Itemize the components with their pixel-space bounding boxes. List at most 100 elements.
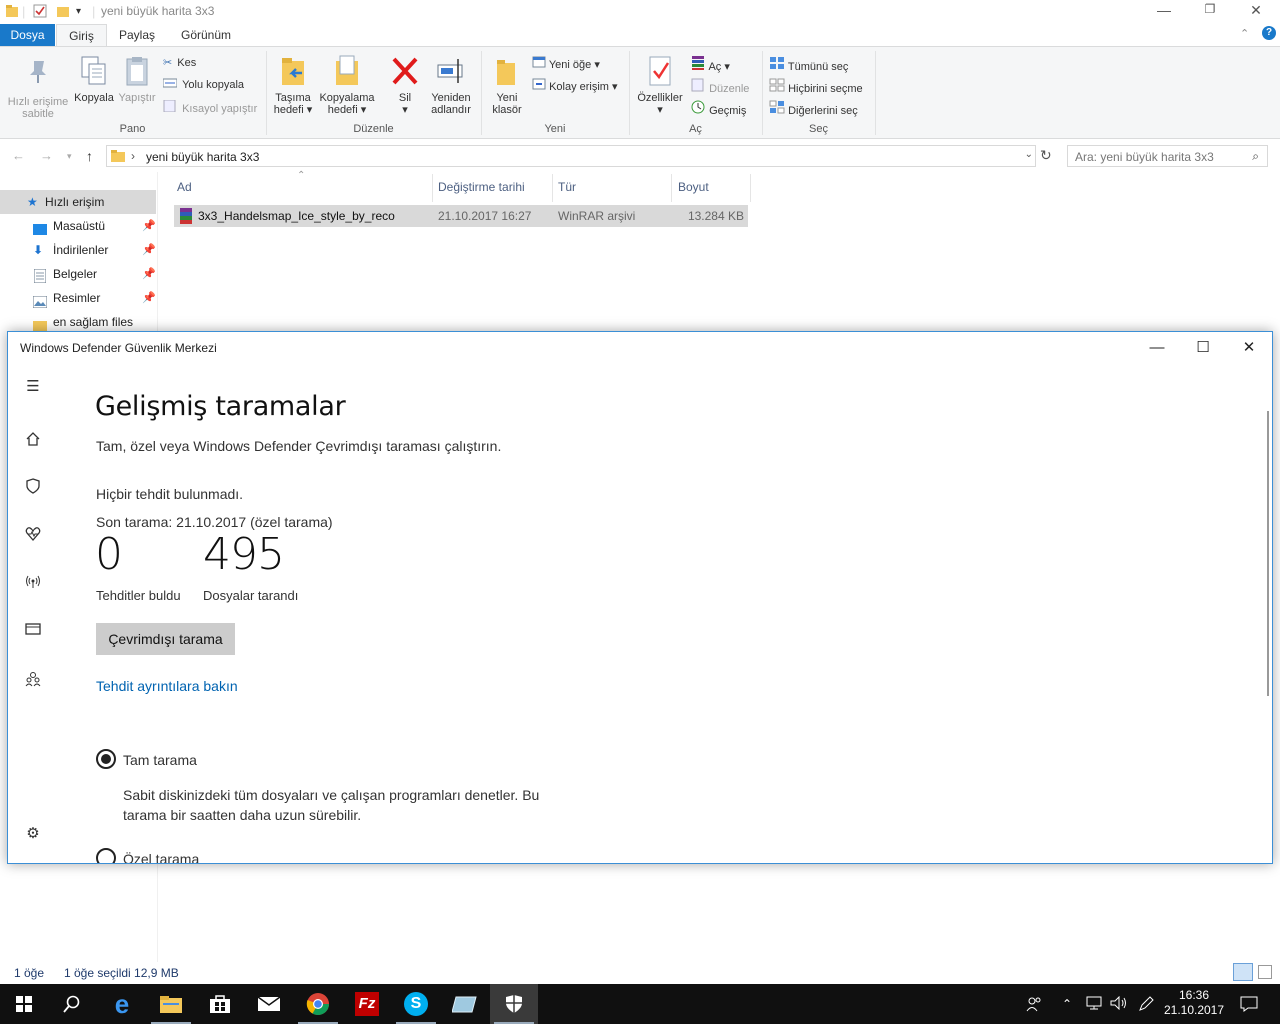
file-explorer-icon[interactable] (147, 984, 195, 1024)
select-all-button[interactable]: Tümünü seç (769, 56, 848, 73)
collapse-ribbon-icon[interactable]: ⌃ (1240, 27, 1249, 40)
breadcrumb-separator-icon[interactable]: › (131, 149, 135, 163)
minimize-icon[interactable]: — (1141, 2, 1187, 22)
scrollbar[interactable] (1267, 411, 1269, 696)
select-none-button[interactable]: Hiçbirini seçme (769, 78, 863, 95)
details-view-icon[interactable] (1233, 963, 1253, 981)
pin-quick-access-button[interactable]: Hızlı erişime sabitle (4, 57, 72, 120)
open-button[interactable]: Aç ▾ (690, 56, 730, 73)
volume-icon[interactable] (1110, 995, 1128, 1013)
chrome-icon[interactable] (294, 984, 342, 1024)
search-icon[interactable]: ⌕ (1252, 149, 1259, 164)
pin-icon[interactable]: 📌 (142, 262, 156, 286)
restore-icon[interactable]: ❐ (1187, 2, 1233, 22)
properties-button[interactable]: Özellikler ▾ (634, 55, 686, 116)
tab-home[interactable]: Giriş (56, 24, 107, 46)
new-folder-icon[interactable] (57, 4, 69, 21)
nav-item-downloads[interactable]: ⬇ İndirilenler 📌 (0, 238, 156, 262)
forward-arrow-icon[interactable]: → (40, 148, 53, 163)
store-icon[interactable] (196, 984, 244, 1024)
help-icon[interactable]: ? (1262, 26, 1276, 40)
custom-scan-label[interactable]: Özel tarama (123, 851, 199, 863)
defender-shield-icon[interactable] (490, 984, 538, 1024)
full-scan-label[interactable]: Tam tarama (123, 752, 197, 768)
clock[interactable]: 16:36 21.10.2017 (1160, 988, 1228, 1018)
offline-scan-button[interactable]: Çevrimdışı tarama (96, 623, 235, 655)
full-scan-radio[interactable] (96, 749, 116, 769)
address-dropdown-icon[interactable]: ⌄ (1025, 149, 1033, 160)
copy-to-button[interactable]: Kopyalama hedefi ▾ (316, 55, 378, 116)
pin-icon[interactable]: 📌 (142, 214, 156, 238)
mail-icon[interactable] (245, 984, 293, 1024)
new-folder-button[interactable]: Yeni klasör (486, 55, 528, 116)
tab-view[interactable]: Görünüm (170, 24, 242, 46)
shield-icon[interactable] (23, 478, 43, 498)
edit-button[interactable]: Düzenle (690, 78, 749, 95)
edge-browser-icon[interactable]: e (98, 984, 146, 1024)
address-path[interactable]: yeni büyük harita 3x3 (146, 150, 259, 164)
search-icon[interactable] (48, 984, 96, 1024)
nav-item-pictures[interactable]: Resimler 📌 (0, 286, 156, 310)
pin-icon[interactable]: 📌 (142, 238, 156, 262)
new-item-button[interactable]: Yeni öğe ▾ (532, 56, 600, 71)
recent-locations-icon[interactable]: ▾ (67, 151, 72, 162)
search-input[interactable]: Ara: yeni büyük harita 3x3 ⌕ (1067, 145, 1268, 167)
health-heart-icon[interactable] (23, 526, 43, 546)
pen-ink-icon[interactable] (1138, 996, 1154, 1015)
app-tile-icon[interactable] (441, 984, 489, 1024)
invert-selection-button[interactable]: Diğerlerini seç (769, 100, 858, 117)
rename-button[interactable]: Yeniden adlandır (426, 55, 476, 116)
history-button[interactable]: Geçmiş (690, 100, 746, 117)
table-row[interactable]: 3x3_Handelsmap_Ice_style_by_reco 21.10.2… (174, 205, 748, 227)
custom-scan-radio[interactable] (96, 848, 116, 863)
threat-details-link[interactable]: Tehdit ayrıntılara bakın (96, 678, 238, 694)
up-arrow-icon[interactable]: ↑ (86, 148, 93, 164)
column-header-type[interactable]: Tür (558, 178, 576, 200)
show-hidden-icons-icon[interactable]: ⌃ (1062, 997, 1072, 1011)
paste-button[interactable]: Yapıştır (116, 55, 158, 104)
skype-icon[interactable]: S (392, 984, 440, 1024)
large-icons-view-icon[interactable] (1258, 965, 1272, 979)
filezilla-icon[interactable]: Fz (343, 984, 391, 1024)
close-icon[interactable]: ✕ (1226, 336, 1272, 360)
cut-button[interactable]: ✂ Kes (163, 56, 196, 69)
close-icon[interactable]: ✕ (1233, 2, 1279, 22)
move-to-button[interactable]: Taşıma hedefi ▾ (270, 55, 316, 116)
start-windows-icon[interactable] (0, 984, 48, 1024)
nav-item-quick-access[interactable]: ★ Hızlı erişim (0, 190, 156, 214)
family-options-icon[interactable] (23, 671, 43, 691)
easy-access-button[interactable]: Kolay erişim ▾ (532, 78, 618, 93)
settings-gear-icon[interactable]: ⚙ (23, 824, 43, 844)
copy-button[interactable]: Kopyala (72, 55, 116, 104)
refresh-icon[interactable]: ↻ (1040, 147, 1052, 164)
app-browser-icon[interactable] (23, 621, 43, 641)
column-separator[interactable] (671, 174, 672, 202)
tab-share[interactable]: Paylaş (110, 24, 164, 46)
customize-toolbar-icon[interactable]: ▾ (76, 6, 81, 17)
delete-button[interactable]: Sil ▾ (386, 55, 424, 116)
column-header-name[interactable]: Ad (177, 178, 192, 200)
group-label-yeni: Yeni (544, 123, 566, 135)
people-icon[interactable] (1026, 996, 1042, 1015)
column-separator[interactable] (552, 174, 553, 202)
column-separator[interactable] (750, 174, 751, 202)
column-separator[interactable] (432, 174, 433, 202)
back-arrow-icon[interactable]: ← (12, 148, 25, 163)
paste-shortcut-button[interactable]: Kısayol yapıştır (163, 99, 257, 115)
hamburger-menu-icon[interactable]: ☰ (23, 377, 43, 397)
nav-item-documents[interactable]: Belgeler 📌 (0, 262, 156, 286)
properties-icon[interactable] (33, 4, 47, 21)
column-header-size[interactable]: Boyut (678, 178, 709, 200)
address-field[interactable]: › yeni büyük harita 3x3 ⌄ (106, 145, 1036, 167)
home-icon[interactable] (23, 431, 43, 451)
network-icon[interactable] (1085, 996, 1103, 1013)
copy-path-button[interactable]: Yolu kopyala (162, 78, 244, 91)
pin-icon[interactable]: 📌 (142, 286, 156, 310)
nav-item-desktop[interactable]: Masaüstü 📌 (0, 214, 156, 238)
minimize-icon[interactable]: — (1134, 336, 1180, 360)
maximize-icon[interactable]: ☐ (1180, 336, 1226, 360)
action-center-icon[interactable] (1240, 996, 1258, 1015)
column-header-date[interactable]: Değiştirme tarihi (438, 178, 525, 200)
tab-file[interactable]: Dosya (0, 24, 55, 46)
network-antenna-icon[interactable] (23, 573, 43, 593)
